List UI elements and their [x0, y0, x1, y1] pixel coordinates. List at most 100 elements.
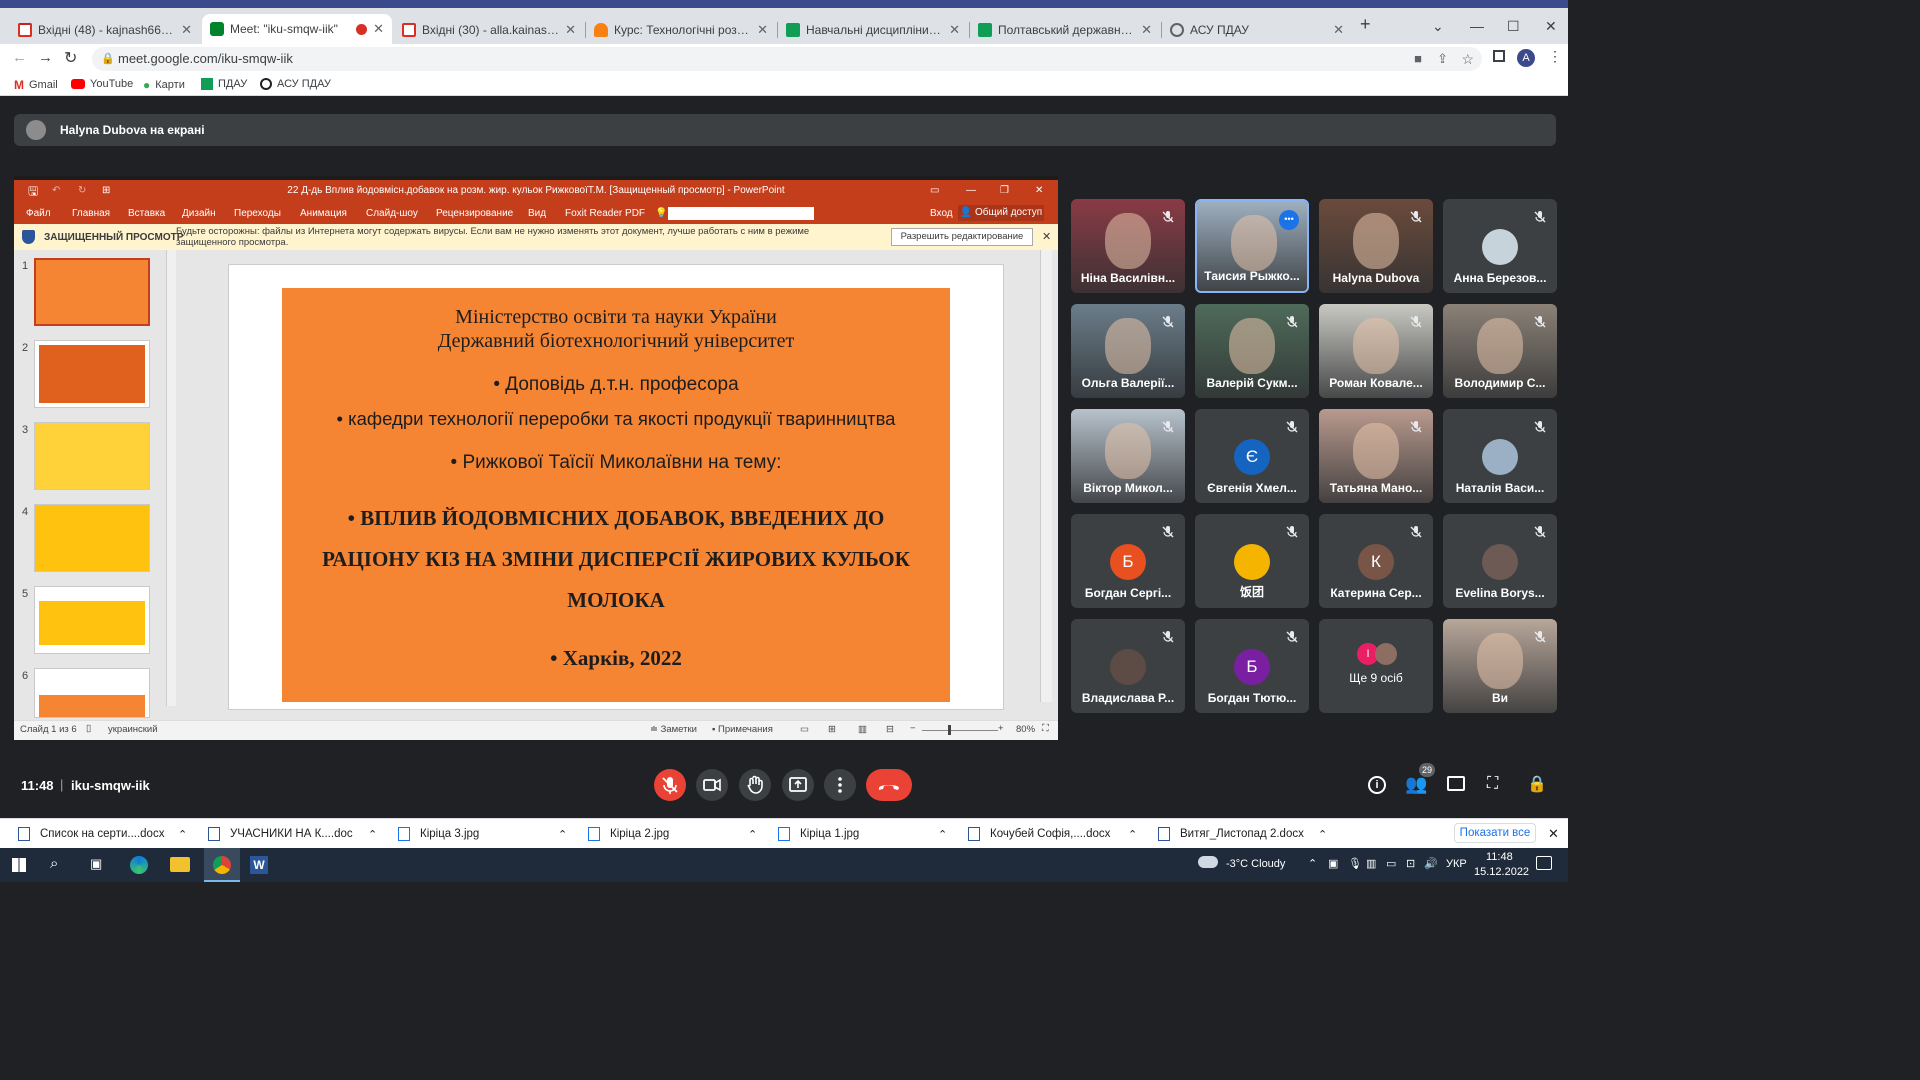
meeting-info-icon[interactable]: i [1368, 776, 1386, 794]
share-icon[interactable]: ⇪ [1437, 47, 1448, 71]
weather-text[interactable]: -3°C Cloudy [1226, 858, 1285, 870]
host-controls-icon[interactable]: 🔒 [1527, 774, 1547, 794]
browser-tab[interactable]: Вхідні (30) - alla.kainash@pdaa.✕ [394, 16, 584, 44]
profile-avatar[interactable]: A [1517, 49, 1535, 67]
taskbar-date[interactable]: 15.12.2022 [1474, 866, 1529, 878]
close-tab-icon[interactable]: ✕ [949, 22, 960, 38]
close-tab-icon[interactable]: ✕ [181, 22, 192, 38]
battery-icon[interactable]: ▭ [1386, 857, 1396, 870]
activities-icon[interactable]: ⛶ [1487, 775, 1498, 793]
bookmark-maps[interactable]: ● Карти [143, 78, 185, 92]
bookmark-asu-pdau[interactable]: АСУ ПДАУ [260, 78, 331, 90]
meet-tray-icon[interactable]: ▣ [1328, 857, 1338, 870]
participant-tile[interactable]: Ніна Василівн... [1071, 199, 1185, 293]
participant-tile[interactable]: Валерій Сукм... [1195, 304, 1309, 398]
mic-toggle-button[interactable] [654, 769, 686, 801]
download-item[interactable]: Кіріца 2.jpg ⌃ [588, 827, 757, 841]
forward-icon[interactable]: → [38, 49, 53, 66]
participant-tile[interactable]: Halyna Dubova [1319, 199, 1433, 293]
download-item[interactable]: УЧАСНИКИ НА К....doc ⌃ [208, 827, 377, 841]
participant-tile[interactable]: I Ще 9 осіб [1319, 619, 1433, 713]
browser-tab-active[interactable]: Meet: "iku-smqw-iik" ✕ [202, 14, 392, 44]
close-tab-icon[interactable]: ✕ [373, 21, 384, 37]
word-icon[interactable]: W [250, 856, 268, 874]
address-bar[interactable]: 🔒 meet.google.com/iku-smqw-iik ■ ⇪ ☆ [92, 47, 1482, 71]
close-tab-icon[interactable]: ✕ [1333, 22, 1344, 38]
participant-tile[interactable]: Ви [1443, 619, 1557, 713]
participant-tile[interactable]: Evelina Borys... [1443, 514, 1557, 608]
volume-icon[interactable]: 🔊 [1424, 857, 1438, 870]
leave-call-button[interactable] [866, 769, 912, 801]
camera-blocked-icon[interactable]: ■ [1414, 47, 1422, 71]
mic-tray-icon[interactable]: 🎙 [1348, 857, 1362, 870]
chevron-up-icon[interactable]: ⌃ [178, 828, 187, 841]
browser-tab[interactable]: Полтавський державний аграр✕ [970, 16, 1160, 44]
menu-icon[interactable]: ⋮ [1548, 48, 1562, 65]
participant-tile[interactable]: Є Євгенія Хмел... [1195, 409, 1309, 503]
download-item[interactable]: Витяг_Листопад 2.docx ⌃ [1158, 827, 1327, 841]
chevron-up-icon[interactable]: ⌃ [1318, 828, 1327, 841]
chevron-up-icon[interactable]: ⌃ [938, 828, 947, 841]
chevron-up-icon[interactable]: ⌃ [748, 828, 757, 841]
new-tab-button[interactable]: + [1360, 14, 1371, 35]
tray-chevron-icon[interactable]: ⌃ [1308, 857, 1317, 870]
close-tab-icon[interactable]: ✕ [757, 22, 768, 38]
download-item[interactable]: Кіріца 1.jpg ⌃ [778, 827, 947, 841]
camera-toggle-button[interactable] [696, 769, 728, 801]
reload-icon[interactable]: ↻ [64, 48, 77, 68]
browser-tab[interactable]: АСУ ПДАУ ✕ [1162, 16, 1352, 44]
participant-tile[interactable]: Татьяна Мано... [1319, 409, 1433, 503]
participant-tile[interactable]: 饭团 [1195, 514, 1309, 608]
participant-tile[interactable]: Роман Ковале... [1319, 304, 1433, 398]
bookmark-pdau[interactable]: ПДАУ [201, 78, 247, 90]
chat-icon[interactable] [1447, 776, 1465, 791]
edge-icon[interactable] [130, 856, 148, 874]
close-tab-icon[interactable]: ✕ [1141, 22, 1152, 38]
download-item[interactable]: Кочубей Софія,....docx ⌃ [968, 827, 1137, 841]
task-view-icon[interactable]: ▣ [90, 856, 102, 872]
close-downloads-icon[interactable]: ✕ [1548, 826, 1559, 842]
onedrive-icon[interactable]: ▥ [1366, 857, 1376, 870]
present-screen-button[interactable] [782, 769, 814, 801]
file-explorer-icon[interactable] [170, 857, 190, 872]
participant-tile[interactable]: Ольга Валерії... [1071, 304, 1185, 398]
notifications-icon[interactable] [1536, 856, 1552, 870]
close-tab-icon[interactable]: ✕ [565, 22, 576, 38]
people-button[interactable]: 👥 [1405, 774, 1427, 795]
search-icon[interactable]: ⌕ [50, 855, 58, 872]
participant-tile[interactable]: Б Богдан Тютю... [1195, 619, 1309, 713]
tab-search-icon[interactable]: ⌄ [1432, 18, 1444, 35]
participant-tile[interactable]: Володимир С... [1443, 304, 1557, 398]
participant-tile[interactable]: ••• Таисия Рыжко... [1195, 199, 1309, 293]
download-item[interactable]: Кіріца 3.jpg ⌃ [398, 827, 567, 841]
close-window-button[interactable]: ✕ [1545, 18, 1557, 35]
minimize-button[interactable]: — [1470, 18, 1484, 34]
show-all-downloads-button[interactable]: Показати все [1454, 823, 1536, 843]
windows-start-icon[interactable] [12, 858, 26, 872]
participant-tile[interactable]: Віктор Микол... [1071, 409, 1185, 503]
chevron-up-icon[interactable]: ⌃ [1128, 828, 1137, 841]
browser-tab[interactable]: Курс: Технологічні розрахунки✕ [586, 16, 776, 44]
back-icon[interactable]: ← [12, 49, 27, 66]
taskbar-clock[interactable]: 11:48 [1486, 851, 1513, 863]
participant-tile[interactable]: К Катерина Сер... [1319, 514, 1433, 608]
participant-tile[interactable]: Б Богдан Сергі... [1071, 514, 1185, 608]
chevron-up-icon[interactable]: ⌃ [368, 828, 377, 841]
chevron-up-icon[interactable]: ⌃ [558, 828, 567, 841]
raise-hand-button[interactable] [739, 769, 771, 801]
more-options-button[interactable] [824, 769, 856, 801]
participant-tile[interactable]: Анна Березов... [1443, 199, 1557, 293]
network-icon[interactable]: ⊡ [1406, 857, 1415, 870]
chrome-taskbar-button[interactable] [204, 848, 240, 882]
browser-tab[interactable]: Вхідні (48) - kajnash66ap@gmai✕ [10, 16, 200, 44]
language-indicator[interactable]: УКР [1446, 858, 1467, 870]
side-panel-icon[interactable] [1493, 50, 1505, 62]
maximize-button[interactable]: ☐ [1507, 18, 1520, 35]
browser-tab[interactable]: Навчальні дисципліни підготов✕ [778, 16, 968, 44]
bookmark-star-icon[interactable]: ☆ [1461, 47, 1474, 71]
participant-tile[interactable]: Наталія Васи... [1443, 409, 1557, 503]
bookmark-youtube[interactable]: YouTube [71, 78, 133, 90]
participant-tile[interactable]: Владислава Р... [1071, 619, 1185, 713]
download-item[interactable]: Список на серти....docx ⌃ [18, 827, 187, 841]
bookmark-gmail[interactable]: M Gmail [14, 78, 58, 92]
